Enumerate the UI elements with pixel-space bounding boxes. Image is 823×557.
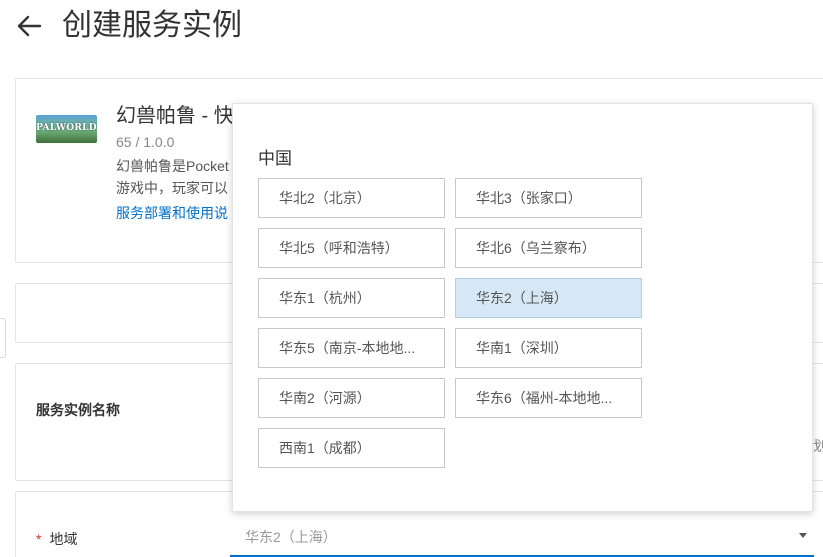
region-option[interactable]: 华南2（河源）: [258, 378, 445, 418]
service-version: 65 / 1.0.0: [116, 134, 175, 150]
region-option[interactable]: 华北6（乌兰察布）: [455, 228, 642, 268]
region-option[interactable]: 华南1（深圳）: [455, 328, 642, 368]
side-collapse-tab[interactable]: [0, 318, 6, 358]
logo-text: PALWORLD: [36, 123, 97, 133]
region-option[interactable]: 华东2（上海）: [455, 278, 642, 318]
region-option[interactable]: 华北3（张家口）: [455, 178, 642, 218]
service-docs-link[interactable]: 服务部署和使用说: [116, 203, 228, 223]
required-mark: *: [36, 531, 42, 547]
region-option[interactable]: 华北2（北京）: [258, 178, 445, 218]
chevron-down-icon: [799, 533, 807, 538]
region-select[interactable]: 华东2（上海）: [230, 517, 814, 557]
region-option[interactable]: 西南1（成都）: [258, 428, 445, 468]
region-option[interactable]: 华东1（杭州）: [258, 278, 445, 318]
instance-name-hint: 划: [813, 438, 823, 454]
region-option[interactable]: 华东5（南京-本地地...: [258, 328, 445, 368]
region-label: * 地域: [36, 529, 77, 549]
back-arrow-icon[interactable]: [14, 10, 46, 42]
region-dropdown: 中国 华北2（北京） 华北3（张家口） 华北5（呼和浩特） 华北6（乌兰察布） 华东1（…: [232, 103, 813, 512]
service-logo: PALWORLD: [36, 115, 97, 143]
instance-name-label: 服务实例名称: [36, 402, 120, 418]
region-group-label: 中国: [258, 149, 292, 168]
region-label-text: 地域: [49, 531, 78, 547]
service-name: 幻兽帕鲁 - 快: [116, 105, 234, 127]
region-option[interactable]: 华北5（呼和浩特）: [258, 228, 445, 268]
region-option[interactable]: 华东6（福州-本地地...: [455, 378, 642, 418]
page-title: 创建服务实例: [62, 9, 242, 42]
region-select-value: 华东2（上海）: [245, 529, 337, 545]
